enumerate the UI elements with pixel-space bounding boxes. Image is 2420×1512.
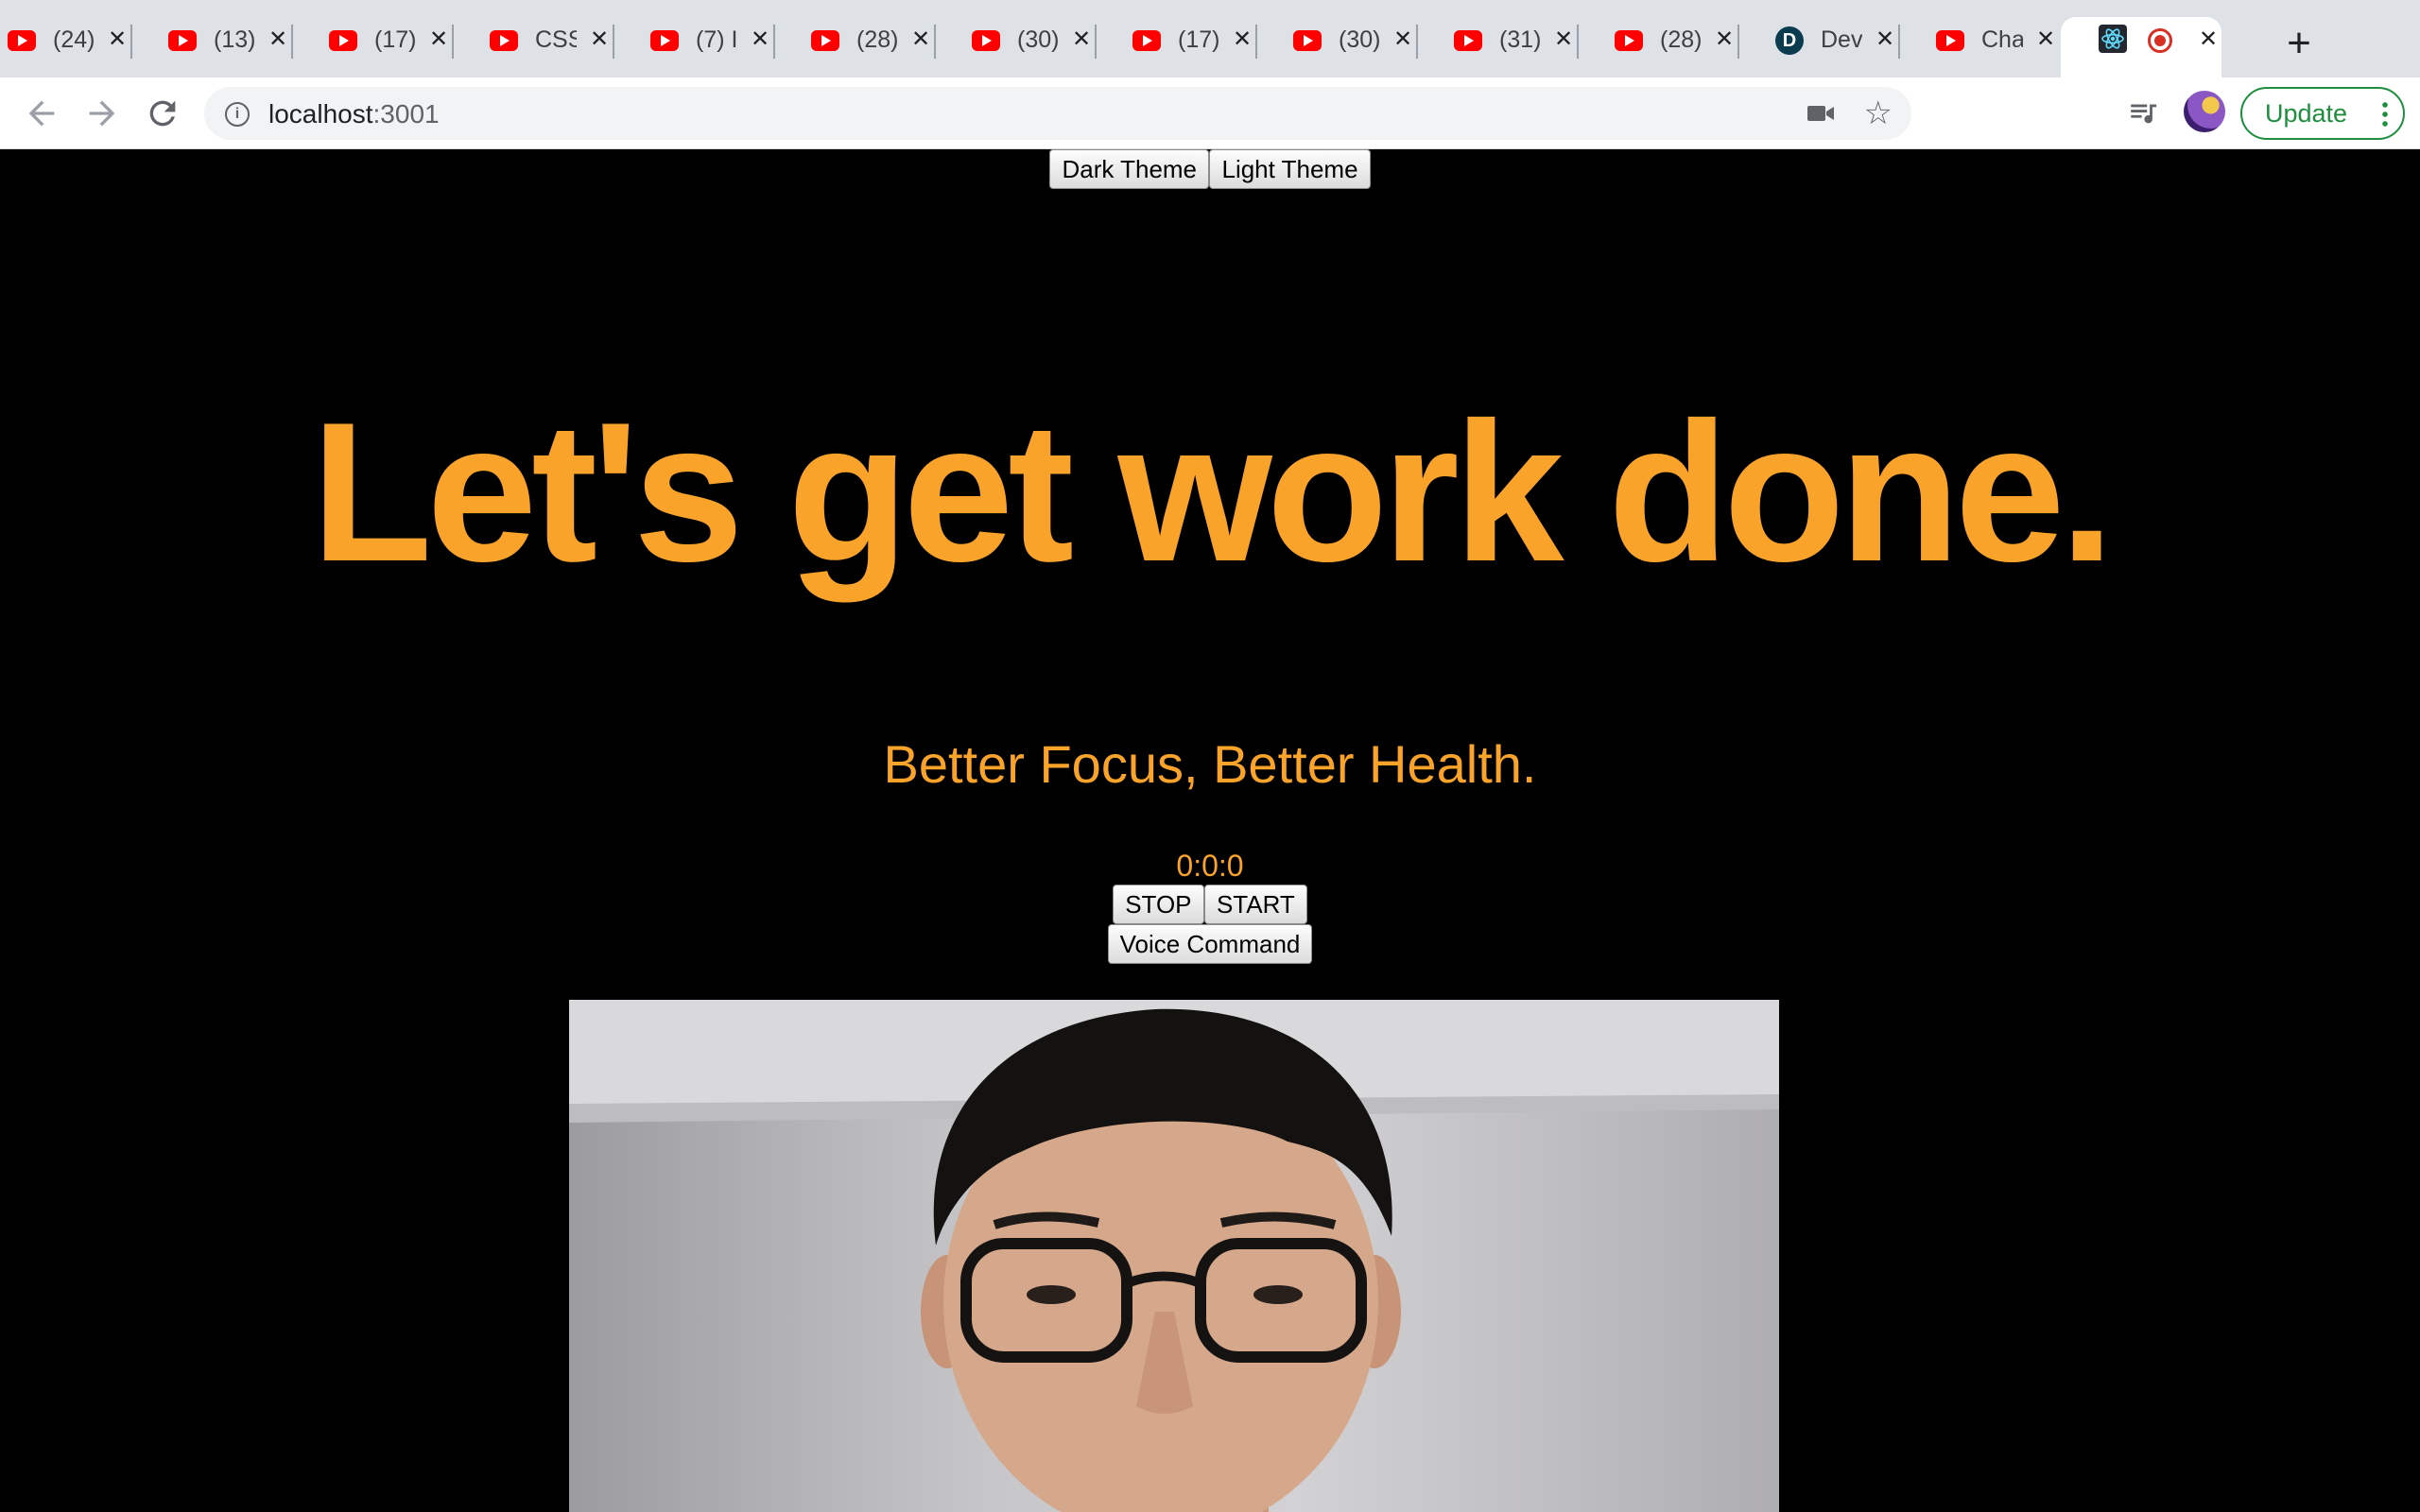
close-tab-icon[interactable]: ✕ xyxy=(1390,26,1416,53)
voice-command-row: Voice Command xyxy=(0,924,2420,964)
browser-tab[interactable]: CSS ✕ xyxy=(452,17,614,77)
webcam-image xyxy=(569,1000,1779,1512)
tab-title: (17) xyxy=(374,26,416,53)
voice-command-button[interactable]: Voice Command xyxy=(1107,924,1313,964)
tab-title: (13) xyxy=(214,26,255,53)
light-theme-button[interactable]: Light Theme xyxy=(1209,149,1371,189)
page-title: Let's get work done. xyxy=(311,381,2115,603)
bookmark-star-icon[interactable]: ☆ xyxy=(1864,94,1893,132)
reload-button[interactable] xyxy=(144,94,182,132)
youtube-icon xyxy=(1936,30,1964,51)
close-tab-icon[interactable]: ✕ xyxy=(908,26,934,53)
tab-title: (30) xyxy=(1017,26,1059,53)
youtube-icon xyxy=(329,30,357,51)
url-text[interactable]: localhost:3001 xyxy=(268,99,440,129)
close-tab-icon[interactable]: ✕ xyxy=(586,26,613,53)
close-tab-icon[interactable]: ✕ xyxy=(1229,26,1255,53)
browser-tab[interactable]: (30) ✕ xyxy=(934,17,1097,77)
youtube-icon xyxy=(1132,30,1161,51)
browser-tab[interactable]: (30) ✕ xyxy=(1255,17,1418,77)
browser-tab[interactable]: D Dev ✕ xyxy=(1737,17,1900,77)
tab-title: (17) xyxy=(1178,26,1219,53)
youtube-icon xyxy=(168,30,197,51)
profile-avatar[interactable] xyxy=(2184,91,2225,132)
browser-tab[interactable]: (31) ✕ xyxy=(1416,17,1579,77)
youtube-icon xyxy=(650,30,679,51)
browser-tab[interactable]: (24) ✕ xyxy=(0,17,132,77)
forward-arrow-icon xyxy=(89,100,115,127)
close-tab-icon[interactable]: ✕ xyxy=(1872,26,1898,53)
reload-icon xyxy=(149,100,176,127)
close-tab-icon[interactable]: ✕ xyxy=(1711,26,1737,53)
youtube-icon xyxy=(8,30,36,51)
tab-title: Cha xyxy=(1981,26,2023,53)
tab-strip: + (24) ✕ (13) ✕ (17) ✕ CSS ✕ (7) I ✕ (28) ✕ (30) ✕ (17… xyxy=(0,0,2420,77)
back-arrow-icon xyxy=(28,100,55,127)
tab-title: CSS xyxy=(535,26,577,53)
browser-tab[interactable]: Cha ✕ xyxy=(1898,17,2059,77)
back-button[interactable] xyxy=(23,94,60,132)
react-icon xyxy=(2099,25,2127,53)
tab-title: (28) xyxy=(856,26,898,53)
update-button[interactable]: Update xyxy=(2240,87,2405,140)
webcam-feed xyxy=(569,1000,1779,1512)
address-bar[interactable]: i localhost:3001 ☆ xyxy=(204,87,1911,140)
dark-theme-button[interactable]: Dark Theme xyxy=(1049,149,1210,189)
stop-button[interactable]: STOP xyxy=(1113,885,1204,924)
app-page: Dark Theme Light Theme Let's get work do… xyxy=(0,149,2420,1512)
tab-title: (31) xyxy=(1499,26,1541,53)
tab-title: (24) xyxy=(53,26,95,53)
site-info-icon[interactable]: i xyxy=(225,102,250,127)
browser-tab[interactable]: (17) ✕ xyxy=(1095,17,1257,77)
tab-title: (7) I xyxy=(696,26,737,53)
browser-tab[interactable]: (7) I ✕ xyxy=(613,17,775,77)
close-tab-icon[interactable]: ✕ xyxy=(2195,26,2221,53)
theme-switcher: Dark Theme Light Theme xyxy=(0,149,2420,189)
youtube-icon xyxy=(972,30,1000,51)
close-tab-icon[interactable]: ✕ xyxy=(1068,26,1095,53)
tab-title: (30) xyxy=(1339,26,1380,53)
timer-controls: STOP START xyxy=(0,885,2420,924)
close-tab-icon[interactable]: ✕ xyxy=(425,26,452,53)
menu-dots-icon xyxy=(2382,100,2388,127)
start-button[interactable]: START xyxy=(1203,885,1307,924)
browser-tab[interactable]: (28) ✕ xyxy=(1577,17,1739,77)
recording-indicator-icon xyxy=(2148,28,2172,53)
close-tab-icon[interactable]: ✕ xyxy=(104,26,130,53)
close-tab-icon[interactable]: ✕ xyxy=(2032,26,2059,53)
browser-tab[interactable]: (28) ✕ xyxy=(773,17,936,77)
tab-title: Dev xyxy=(1821,26,1862,53)
youtube-icon xyxy=(1293,30,1322,51)
youtube-icon xyxy=(811,30,839,51)
new-tab-button[interactable]: + xyxy=(2280,23,2318,64)
youtube-icon xyxy=(490,30,518,51)
youtube-icon xyxy=(1615,30,1643,51)
browser-tab[interactable]: (17) ✕ xyxy=(291,17,454,77)
timer-display: 0:0:0 xyxy=(1176,849,1244,883)
close-tab-icon[interactable]: ✕ xyxy=(747,26,773,53)
youtube-icon xyxy=(1454,30,1482,51)
dev-icon: D xyxy=(1775,26,1804,55)
forward-button[interactable] xyxy=(83,94,121,132)
tab-title: (28) xyxy=(1660,26,1702,53)
media-queue-icon[interactable] xyxy=(2127,96,2159,129)
browser-tab[interactable]: (13) ✕ xyxy=(130,17,293,77)
camera-in-use-icon[interactable] xyxy=(1807,104,1834,123)
page-subtitle: Better Focus, Better Health. xyxy=(883,734,1537,794)
close-tab-icon[interactable]: ✕ xyxy=(265,26,291,53)
close-tab-icon[interactable]: ✕ xyxy=(1550,26,1577,53)
browser-tab[interactable]: ✕ xyxy=(2061,17,2221,77)
browser-toolbar: i localhost:3001 ☆ Update xyxy=(0,77,2420,149)
